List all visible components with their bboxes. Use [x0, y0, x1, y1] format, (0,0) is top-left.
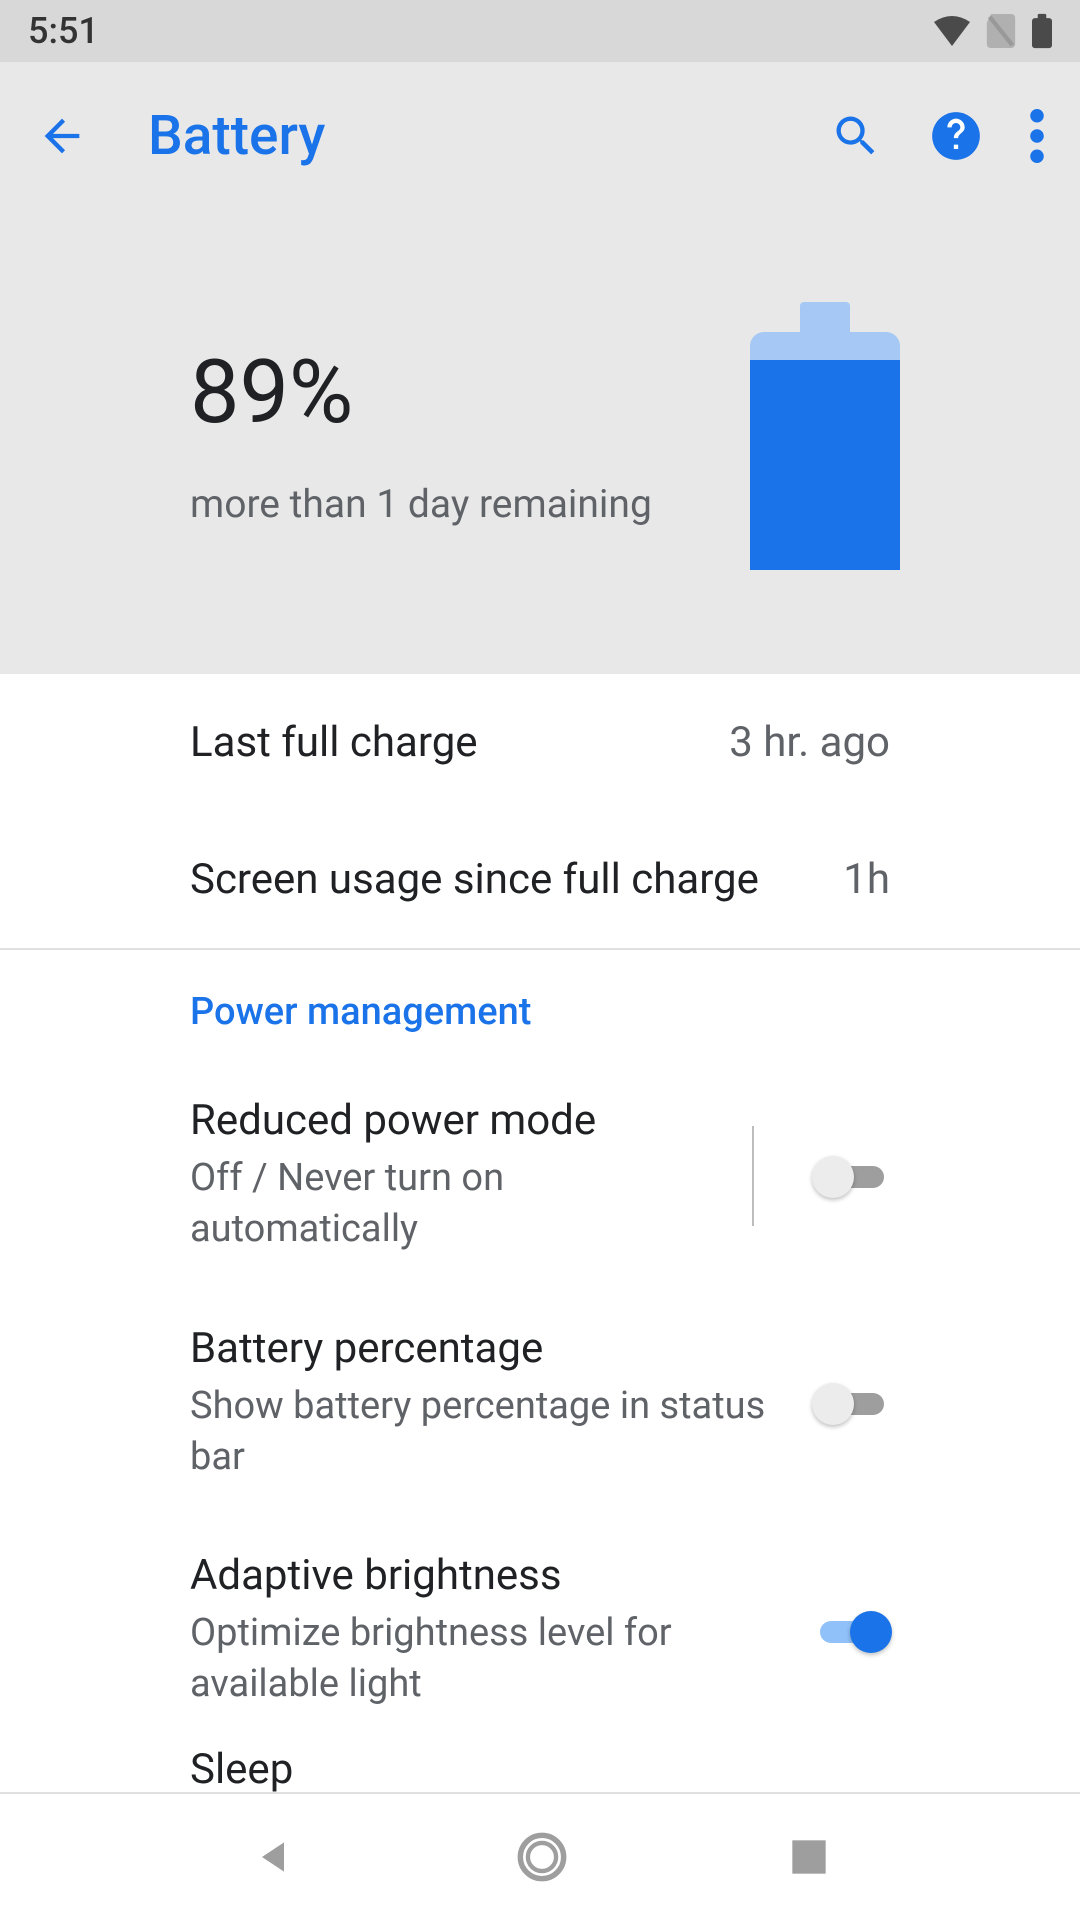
- toolbar-actions: [830, 109, 1044, 163]
- status-icons: [934, 13, 1052, 49]
- toolbar: Battery: [0, 62, 1080, 182]
- more-vert-icon[interactable]: [1030, 109, 1044, 163]
- reduced-power-mode-row[interactable]: Reduced power mode Off / Never turn on a…: [0, 1062, 1080, 1290]
- reduced-power-title: Reduced power mode: [190, 1096, 722, 1145]
- reduced-power-subtitle: Off / Never turn on automatically: [190, 1153, 722, 1256]
- help-icon[interactable]: [930, 110, 982, 162]
- wifi-icon: [934, 16, 970, 46]
- battery-percentage-row[interactable]: Battery percentage Show battery percenta…: [0, 1290, 1080, 1518]
- battery-text: 89% more than 1 day remaining: [190, 349, 750, 527]
- screen-usage-value: 1h: [843, 855, 890, 904]
- status-time: 5:51: [28, 10, 99, 52]
- battery-display: 89% more than 1 day remaining: [0, 182, 1080, 674]
- status-bar: 5:51: [0, 0, 1080, 62]
- content: Last full charge 3 hr. ago Screen usage …: [0, 674, 1080, 1745]
- setting-text: Adaptive brightness Optimize brightness …: [190, 1551, 784, 1711]
- setting-text: Battery percentage Show battery percenta…: [190, 1324, 784, 1484]
- nav-home-icon[interactable]: [516, 1831, 568, 1883]
- nav-recents-icon[interactable]: [789, 1837, 829, 1877]
- cellular-no-sim-icon: [986, 14, 1016, 48]
- back-arrow-icon[interactable]: [36, 110, 88, 162]
- battery-percent: 89%: [190, 349, 750, 437]
- header: Battery 89% more than 1 day remaining: [0, 62, 1080, 674]
- page-title: Battery: [148, 104, 830, 168]
- adaptive-brightness-title: Adaptive brightness: [190, 1551, 784, 1600]
- nav-back-icon[interactable]: [251, 1835, 295, 1879]
- vertical-divider: [752, 1126, 754, 1226]
- battery-percentage-toggle[interactable]: [814, 1376, 890, 1430]
- battery-large-icon: [750, 302, 900, 574]
- search-icon[interactable]: [830, 110, 882, 162]
- setting-text: Reduced power mode Off / Never turn on a…: [190, 1096, 722, 1256]
- reduced-power-toggle[interactable]: [814, 1149, 890, 1203]
- screen-usage-row[interactable]: Screen usage since full charge 1h: [0, 811, 1080, 948]
- adaptive-brightness-subtitle: Optimize brightness level for available …: [190, 1608, 784, 1711]
- last-full-charge-row[interactable]: Last full charge 3 hr. ago: [0, 674, 1080, 811]
- last-full-charge-label: Last full charge: [190, 718, 478, 767]
- last-full-charge-value: 3 hr. ago: [729, 718, 890, 767]
- screen-usage-label: Screen usage since full charge: [190, 855, 759, 904]
- battery-percentage-title: Battery percentage: [190, 1324, 784, 1373]
- battery-icon: [1032, 13, 1052, 49]
- nav-bar: [0, 1792, 1080, 1920]
- battery-percentage-subtitle: Show battery percentage in status bar: [190, 1381, 784, 1484]
- sleep-row-partial[interactable]: Sleep: [190, 1745, 293, 1794]
- section-title: Power management: [0, 950, 1080, 1062]
- adaptive-brightness-toggle[interactable]: [814, 1604, 890, 1658]
- battery-remaining: more than 1 day remaining: [190, 481, 750, 527]
- adaptive-brightness-row[interactable]: Adaptive brightness Optimize brightness …: [0, 1517, 1080, 1745]
